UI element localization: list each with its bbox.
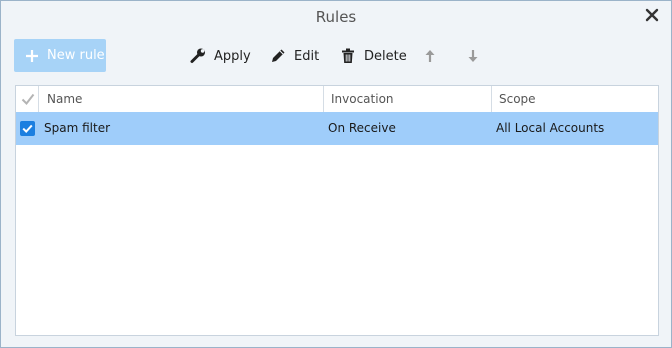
column-header-scope[interactable]: Scope — [492, 86, 658, 112]
rule-invocation-cell: On Receive — [328, 121, 396, 135]
select-all-column-header[interactable] — [16, 86, 39, 112]
edit-label: Edit — [294, 48, 320, 64]
delete-label: Delete — [364, 48, 407, 64]
new-rule-button[interactable]: New rule — [14, 39, 106, 72]
arrow-up-icon — [421, 47, 439, 65]
trash-icon — [339, 47, 357, 65]
close-button[interactable] — [643, 6, 661, 24]
move-up-button[interactable] — [421, 45, 439, 67]
table-row[interactable]: Spam filter On Receive All Local Account… — [16, 112, 658, 145]
table-header: Name Invocation Scope — [16, 86, 658, 113]
move-down-button[interactable] — [464, 45, 482, 67]
pencil-icon — [269, 47, 287, 65]
checkmark-icon — [21, 93, 35, 106]
rule-name-cell: Spam filter — [44, 121, 111, 135]
dialog-title: Rules — [315, 8, 357, 26]
column-header-invocation[interactable]: Invocation — [324, 86, 492, 112]
apply-button[interactable]: Apply — [189, 45, 251, 67]
wrench-icon — [189, 47, 207, 65]
arrow-down-icon — [464, 47, 482, 65]
rule-scope-cell: All Local Accounts — [496, 121, 605, 135]
new-rule-label: New rule — [47, 48, 105, 63]
apply-label: Apply — [214, 48, 251, 64]
rule-enabled-checkbox[interactable] — [20, 121, 35, 136]
edit-button[interactable]: Edit — [269, 45, 319, 67]
plus-icon — [24, 48, 40, 64]
rules-table: Name Invocation Scope Spam filter On Rec… — [15, 85, 659, 336]
close-icon — [645, 8, 659, 22]
rules-dialog: Rules New rule Apply Edit Delete Name In… — [0, 0, 672, 348]
delete-button[interactable]: Delete — [339, 45, 407, 67]
column-header-name[interactable]: Name — [39, 86, 324, 112]
